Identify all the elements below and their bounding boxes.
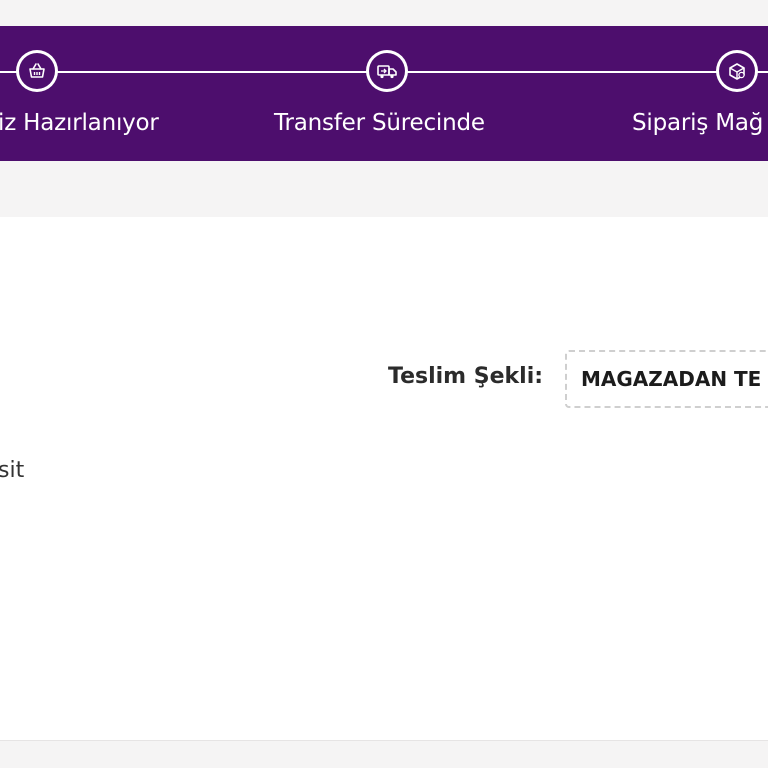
delivery-method-label: Teslim Şekli: (388, 364, 544, 389)
order-status-page: iz Hazırlanıyor Transfer Sürecinde Sipar… (0, 0, 768, 768)
step-preparing-label: iz Hazırlanıyor (0, 110, 159, 136)
order-progress-tracker: iz Hazırlanıyor Transfer Sürecinde Sipar… (0, 26, 768, 161)
bottom-strip (0, 741, 768, 768)
delivery-method-box: MAGAZADAN TE (565, 350, 768, 408)
step-preparing-node (16, 50, 58, 92)
step-store-node (716, 50, 758, 92)
transfer-truck-icon (376, 61, 398, 81)
order-details-panel: Teslim Şekli: MAGAZADAN TE sit (0, 217, 768, 741)
basket-icon (27, 61, 47, 81)
top-strip (0, 0, 768, 26)
partial-text: sit (0, 458, 25, 483)
step-transfer-label: Transfer Sürecinde (274, 110, 485, 136)
step-transfer-node (366, 50, 408, 92)
store-package-icon (727, 61, 747, 81)
section-gap (0, 161, 768, 217)
delivery-method-value: MAGAZADAN TE (581, 367, 762, 391)
step-store-label: Sipariş Mağ (632, 110, 764, 136)
